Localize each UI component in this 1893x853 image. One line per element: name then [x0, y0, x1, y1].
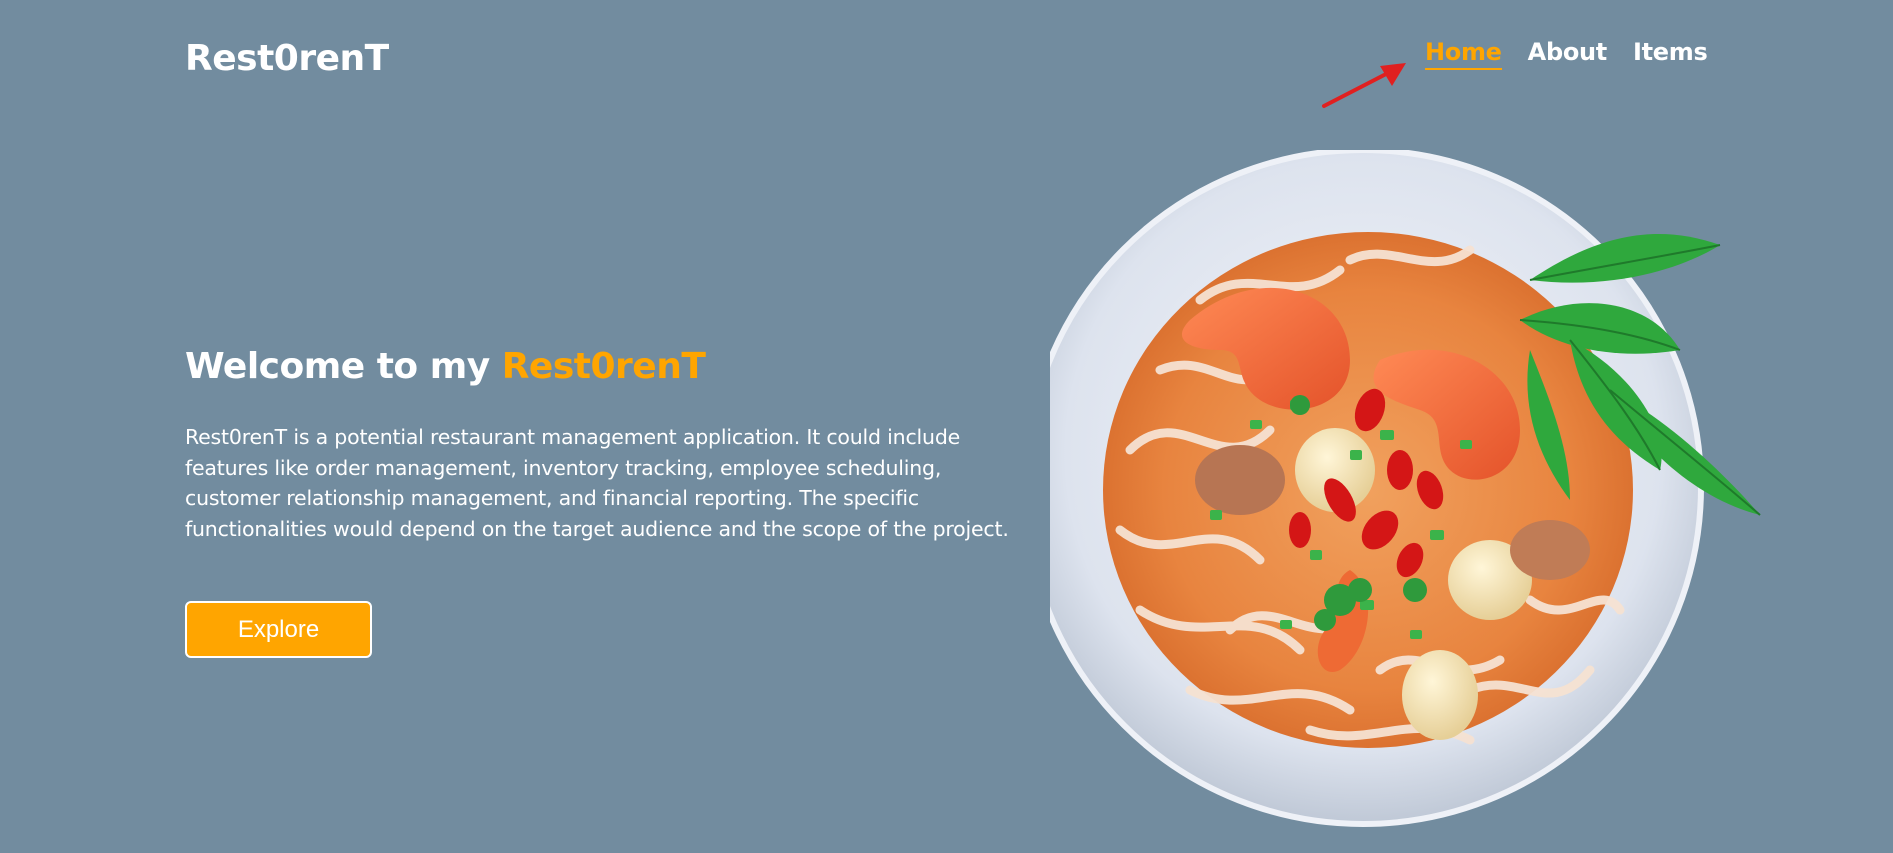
- hero-title-brand: Rest0renT: [501, 346, 706, 387]
- annotation-arrow-icon: [1322, 63, 1406, 108]
- nav-items-link[interactable]: Items: [1633, 38, 1708, 68]
- noodle-bowl-image: [1050, 150, 1761, 827]
- hero-description: Rest0renT is a potential restaurant mana…: [185, 425, 1009, 541]
- site-logo[interactable]: Rest0renT: [185, 38, 389, 79]
- main-nav: Home About Items: [1425, 38, 1708, 70]
- hero-title-prefix: Welcome to my: [185, 346, 502, 387]
- explore-button[interactable]: Explore: [185, 601, 372, 658]
- page: Rest0renT Home About Items Welcome to my…: [0, 0, 1893, 853]
- nav-about-link[interactable]: About: [1528, 38, 1608, 68]
- hero-title: Welcome to my Rest0renT: [185, 346, 706, 387]
- nav-home-link[interactable]: Home: [1425, 38, 1502, 70]
